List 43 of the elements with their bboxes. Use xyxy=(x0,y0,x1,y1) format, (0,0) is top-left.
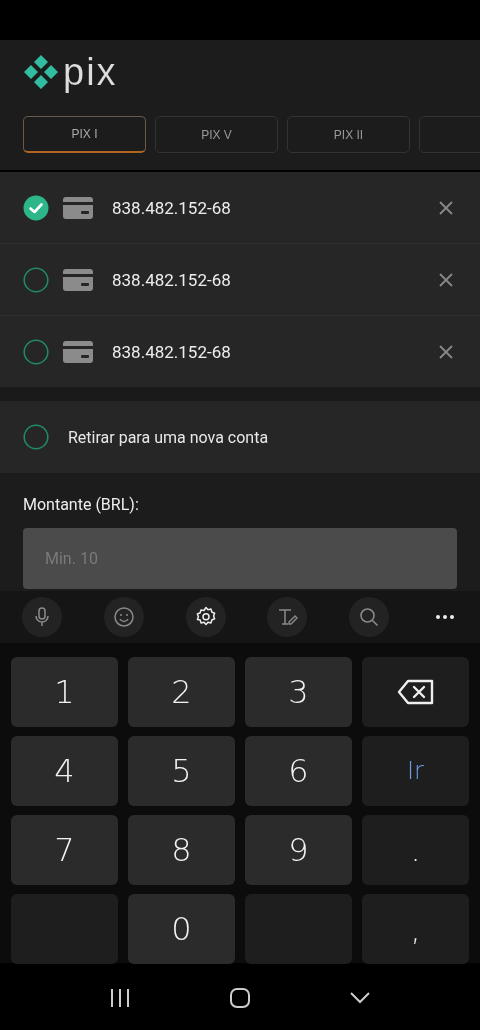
radio-checked-icon[interactable] xyxy=(23,194,49,221)
backspace-icon xyxy=(396,679,435,705)
field-label: Montante (BRL): xyxy=(23,495,139,514)
emoji-icon[interactable] xyxy=(103,597,144,637)
key[interactable]: Ir xyxy=(362,736,469,806)
logo-text: pix xyxy=(63,53,118,91)
recents-button[interactable] xyxy=(109,988,131,1008)
key[interactable]: . xyxy=(362,815,469,885)
microphone-icon[interactable] xyxy=(22,597,62,637)
card-icon xyxy=(63,268,93,291)
home-button[interactable] xyxy=(229,987,251,1009)
diamond-logo-icon xyxy=(23,54,59,90)
card-icon xyxy=(63,196,93,219)
close-icon[interactable] xyxy=(439,200,453,215)
key[interactable]: 4 xyxy=(11,736,118,806)
key[interactable]: 5 xyxy=(128,736,235,806)
key[interactable]: 8 xyxy=(128,815,235,885)
key[interactable]: 6 xyxy=(245,736,352,806)
account-number: 838.482.152-68 xyxy=(112,341,232,362)
key[interactable]: , xyxy=(362,894,469,964)
radio-button[interactable] xyxy=(23,338,49,365)
handwriting-icon[interactable] xyxy=(267,597,308,637)
back-button[interactable] xyxy=(349,991,371,1005)
option-label: Retirar para uma nova conta xyxy=(68,427,269,447)
card-icon xyxy=(63,340,93,363)
tab[interactable]: PIX V xyxy=(155,116,278,153)
key[interactable]: 9 xyxy=(245,815,352,885)
key[interactable]: 2 xyxy=(128,657,235,727)
account-number: 838.482.152-68 xyxy=(112,197,232,218)
key[interactable]: 0 xyxy=(128,894,235,964)
settings-icon[interactable] xyxy=(185,597,226,637)
search-icon[interactable] xyxy=(349,597,390,637)
radio-button[interactable] xyxy=(23,424,49,450)
tab[interactable]: PIX I xyxy=(23,116,146,153)
account-number: 838.482.152-68 xyxy=(112,269,232,290)
close-icon[interactable] xyxy=(439,344,453,359)
radio-button[interactable] xyxy=(23,266,49,293)
key[interactable]: 1 xyxy=(11,657,118,727)
key[interactable]: 7 xyxy=(11,815,118,885)
key[interactable]: 3 xyxy=(245,657,352,727)
close-icon[interactable] xyxy=(439,272,453,287)
backspace-key[interactable] xyxy=(362,657,469,727)
tab[interactable]: PIX II xyxy=(287,116,410,153)
